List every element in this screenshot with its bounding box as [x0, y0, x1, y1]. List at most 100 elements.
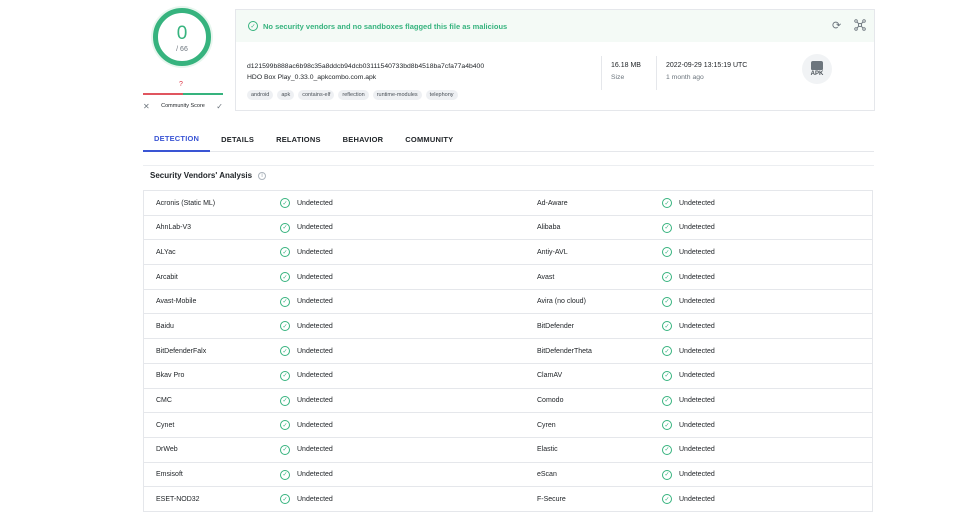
- vendor-name[interactable]: Antiy-AVL: [537, 240, 568, 264]
- result-label: Undetected: [297, 248, 333, 256]
- result-label: Undetected: [297, 495, 333, 503]
- report-tabs: DETECTION DETAILS RELATIONS BEHAVIOR COM…: [143, 127, 874, 152]
- result-label: Undetected: [679, 224, 715, 232]
- check-circle-icon: ✓: [280, 296, 290, 307]
- vendor-result: ✓ Undetected: [662, 487, 715, 511]
- result-label: Undetected: [679, 322, 715, 330]
- tab-community[interactable]: COMMUNITY: [394, 127, 464, 152]
- vendor-result: ✓ Undetected: [662, 290, 715, 314]
- check-circle-icon: ✓: [280, 494, 290, 505]
- vendor-name[interactable]: F-Secure: [537, 487, 566, 511]
- vendor-name[interactable]: eScan: [537, 463, 557, 487]
- table-row: CMC ✓ Undetected Comodo ✓ Undetected: [144, 389, 872, 414]
- tab-relations[interactable]: RELATIONS: [265, 127, 332, 152]
- vendor-result: ✓ Undetected: [280, 216, 333, 240]
- reanalyze-icon[interactable]: ⟳: [832, 19, 841, 32]
- community-score-row: ✕ Community Score ✓: [143, 100, 223, 112]
- vendor-name[interactable]: Baidu: [156, 314, 174, 338]
- result-label: Undetected: [679, 495, 715, 503]
- table-row: Emsisoft ✓ Undetected eScan ✓ Undetected: [144, 463, 872, 488]
- table-row: ESET-NOD32 ✓ Undetected F-Secure ✓ Undetected: [144, 487, 872, 512]
- vendor-name[interactable]: Arcabit: [156, 265, 178, 289]
- check-circle-icon: ✓: [662, 198, 672, 208]
- result-label: Undetected: [679, 199, 715, 207]
- vendor-name[interactable]: BitDefenderFalx: [156, 339, 206, 363]
- vendor-name[interactable]: AhnLab-V3: [156, 216, 191, 240]
- vendor-name[interactable]: Alibaba: [537, 216, 560, 240]
- engine-total: / 66: [176, 46, 188, 53]
- vendor-name[interactable]: Cynet: [156, 413, 174, 437]
- check-circle-icon: ✓: [280, 444, 290, 455]
- table-row: DrWeb ✓ Undetected Elastic ✓ Undetected: [144, 438, 872, 463]
- vendor-name[interactable]: Ad-Aware: [537, 191, 568, 215]
- check-circle-icon: ✓: [662, 370, 672, 381]
- vote-harmless-icon[interactable]: ✓: [216, 102, 223, 111]
- community-score-value: ?: [179, 81, 183, 88]
- vote-malicious-icon[interactable]: ✕: [143, 102, 150, 111]
- vendor-name[interactable]: ClamAV: [537, 364, 562, 388]
- vendor-name[interactable]: Avast-Mobile: [156, 290, 196, 314]
- vendor-result: ✓ Undetected: [280, 339, 333, 363]
- result-label: Undetected: [679, 347, 715, 355]
- file-name: HDO Box Play_0.33.0_apkcombo.com.apk: [247, 74, 377, 81]
- result-label: Undetected: [297, 372, 333, 380]
- table-row: Bkav Pro ✓ Undetected ClamAV ✓ Undetected: [144, 364, 872, 389]
- detection-count: 0: [176, 23, 188, 44]
- result-label: Undetected: [679, 248, 715, 256]
- tab-details[interactable]: DETAILS: [210, 127, 265, 152]
- vendor-name[interactable]: DrWeb: [156, 438, 178, 462]
- verdict-banner: ✓ No security vendors and no sandboxes f…: [236, 10, 874, 42]
- check-circle-icon: ✓: [662, 444, 672, 455]
- vendor-name[interactable]: ALYac: [156, 240, 176, 264]
- vendor-name[interactable]: Elastic: [537, 438, 558, 462]
- table-row: ALYac ✓ Undetected Antiy-AVL ✓ Undetected: [144, 240, 872, 266]
- tag[interactable]: android: [247, 90, 274, 100]
- vendor-name[interactable]: BitDefender: [537, 314, 574, 338]
- check-circle-icon: ✓: [662, 272, 672, 283]
- result-label: Undetected: [297, 322, 333, 330]
- verdict-message: No security vendors and no sandboxes fla…: [263, 21, 508, 31]
- tag[interactable]: runtime-modules: [372, 90, 422, 100]
- result-label: Undetected: [297, 421, 333, 429]
- check-circle-icon: ✓: [662, 395, 672, 406]
- vendor-name[interactable]: Acronis (Static ML): [156, 191, 215, 215]
- vendor-result: ✓ Undetected: [662, 265, 715, 289]
- result-label: Undetected: [297, 224, 333, 232]
- file-summary-card: ✓ No security vendors and no sandboxes f…: [235, 9, 875, 111]
- vendor-name[interactable]: ESET-NOD32: [156, 487, 200, 511]
- file-tags: android apk contains-elf reflection runt…: [247, 90, 458, 100]
- file-size-value: 16.18 MB: [611, 62, 641, 69]
- tab-detection[interactable]: DETECTION: [143, 127, 211, 152]
- file-type-label: APK: [810, 71, 824, 77]
- result-label: Undetected: [297, 347, 333, 355]
- result-label: Undetected: [679, 421, 715, 429]
- vendor-name[interactable]: BitDefenderTheta: [537, 339, 592, 363]
- check-circle-icon: ✓: [662, 420, 672, 431]
- tab-behavior[interactable]: BEHAVIOR: [332, 127, 395, 152]
- table-row: BitDefenderFalx ✓ Undetected BitDefenderThe…: [144, 339, 872, 364]
- file-size-label: Size: [611, 74, 625, 81]
- graph-icon[interactable]: [854, 19, 866, 31]
- tag[interactable]: reflection: [338, 90, 369, 100]
- vendor-name[interactable]: Avira (no cloud): [537, 290, 586, 314]
- vendor-result: ✓ Undetected: [662, 438, 715, 462]
- tag[interactable]: contains-elf: [298, 90, 335, 100]
- info-icon[interactable]: i: [258, 171, 267, 180]
- vendor-result: ✓ Undetected: [280, 364, 333, 388]
- vendor-name[interactable]: Comodo: [537, 389, 563, 413]
- android-icon: [811, 61, 823, 70]
- vendor-result: ✓ Undetected: [280, 463, 333, 487]
- vendor-name[interactable]: Cyren: [537, 413, 556, 437]
- check-circle-icon: ✓: [248, 21, 258, 31]
- vendor-name[interactable]: Avast: [537, 265, 554, 289]
- vendor-name[interactable]: CMC: [156, 389, 172, 413]
- file-hash[interactable]: d121599b888ac6b98c35a8ddcb94dcb031115407…: [247, 63, 484, 70]
- vendor-name[interactable]: Bkav Pro: [156, 364, 184, 388]
- result-label: Undetected: [679, 372, 715, 380]
- tag[interactable]: apk: [277, 90, 295, 100]
- tag[interactable]: telephony: [425, 90, 458, 100]
- check-circle-icon: ✓: [280, 395, 290, 406]
- virustotal-report: 0 / 66 ? ✕ Community Score ✓ ✓ No securi…: [0, 0, 960, 522]
- result-label: Undetected: [297, 199, 333, 207]
- vendor-name[interactable]: Emsisoft: [156, 463, 183, 487]
